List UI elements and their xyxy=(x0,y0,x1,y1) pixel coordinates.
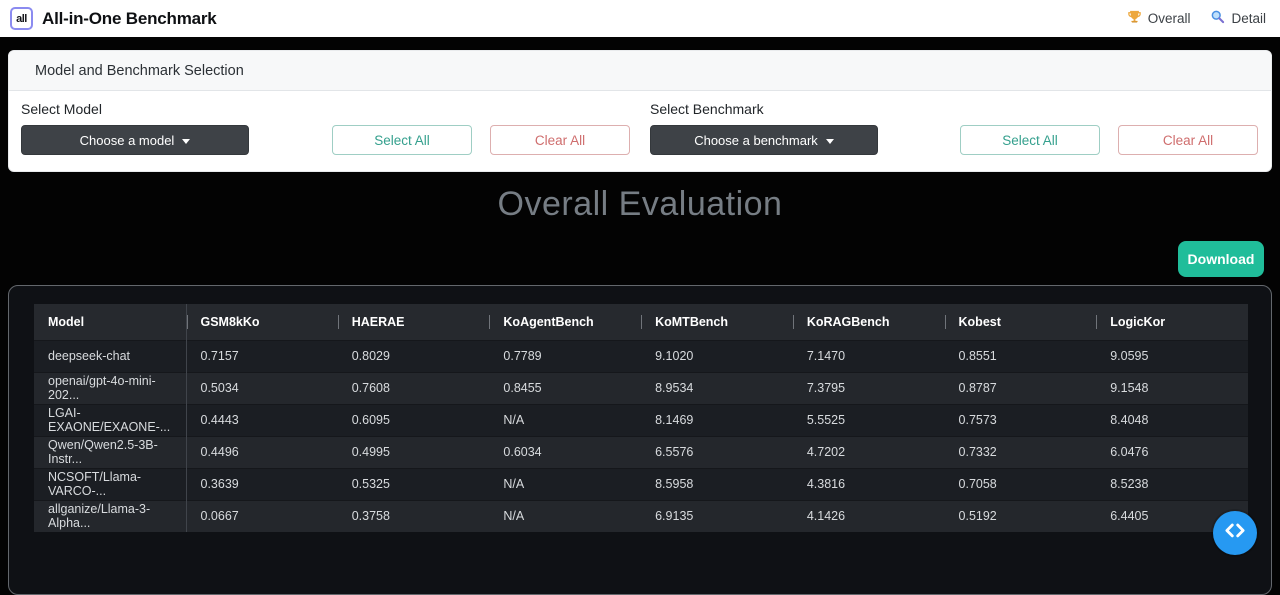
select-benchmark-label: Select Benchmark xyxy=(650,101,1258,117)
selection-panel-body: Select Model Choose a model Select All C… xyxy=(9,91,1271,155)
score-cell: 0.6034 xyxy=(489,436,641,468)
trophy-icon xyxy=(1127,9,1142,29)
horizontal-arrows-icon xyxy=(1222,518,1248,549)
score-cell: 0.8029 xyxy=(338,340,490,372)
app-logo: all xyxy=(10,7,33,30)
score-cell: 0.5034 xyxy=(186,372,338,404)
table-row: allganize/Llama-3-Alpha...0.06670.3758N/… xyxy=(34,500,1248,532)
score-cell: 0.3758 xyxy=(338,500,490,532)
score-cell: 6.5576 xyxy=(641,436,793,468)
table-row: NCSOFT/Llama-VARCO-...0.36390.5325N/A8.5… xyxy=(34,468,1248,500)
chevron-down-icon xyxy=(826,139,834,144)
score-cell: 0.0667 xyxy=(186,500,338,532)
benchmark-selection-column: Select Benchmark Choose a benchmark Sele… xyxy=(640,101,1271,155)
score-cell: 0.7608 xyxy=(338,372,490,404)
nav-overall-label: Overall xyxy=(1148,11,1191,26)
score-cell: 0.8787 xyxy=(945,372,1097,404)
score-cell: 6.9135 xyxy=(641,500,793,532)
table-header-cell: LogicKor xyxy=(1096,304,1248,340)
top-nav: Overall Detail xyxy=(1127,9,1266,29)
model-name-cell: Qwen/Qwen2.5-3B-Instr... xyxy=(34,436,186,468)
score-cell: 7.1470 xyxy=(793,340,945,372)
score-cell: 9.1020 xyxy=(641,340,793,372)
table-row: LGAI-EXAONE/EXAONE-...0.44430.6095N/A8.1… xyxy=(34,404,1248,436)
score-cell: 8.4048 xyxy=(1096,404,1248,436)
model-dropdown[interactable]: Choose a model xyxy=(21,125,249,155)
top-bar: all All-in-One Benchmark Overall Detail xyxy=(0,0,1280,37)
score-cell: 0.7058 xyxy=(945,468,1097,500)
model-selection-column: Select Model Choose a model Select All C… xyxy=(9,101,640,155)
score-cell: 9.0595 xyxy=(1096,340,1248,372)
app-logo-text: all xyxy=(16,13,27,25)
benchmark-clear-all-button[interactable]: Clear All xyxy=(1118,125,1258,155)
score-cell: N/A xyxy=(489,500,641,532)
score-cell: 0.4496 xyxy=(186,436,338,468)
score-cell: 4.3816 xyxy=(793,468,945,500)
score-cell: 0.7332 xyxy=(945,436,1097,468)
table-header-cell: KoMTBench xyxy=(641,304,793,340)
score-cell: N/A xyxy=(489,404,641,436)
model-name-cell: openai/gpt-4o-mini-202... xyxy=(34,372,186,404)
table-row: openai/gpt-4o-mini-202...0.50340.76080.8… xyxy=(34,372,1248,404)
score-cell: 0.6095 xyxy=(338,404,490,436)
score-cell: 7.3795 xyxy=(793,372,945,404)
score-cell: 4.1426 xyxy=(793,500,945,532)
score-cell: 8.5238 xyxy=(1096,468,1248,500)
score-cell: 0.8551 xyxy=(945,340,1097,372)
table-row: Qwen/Qwen2.5-3B-Instr...0.44960.49950.60… xyxy=(34,436,1248,468)
score-cell: 8.1469 xyxy=(641,404,793,436)
score-cell: 8.9534 xyxy=(641,372,793,404)
table-header-cell: KoAgentBench xyxy=(489,304,641,340)
score-cell: 8.5958 xyxy=(641,468,793,500)
table-header-cell: HAERAE xyxy=(338,304,490,340)
select-model-label: Select Model xyxy=(21,101,630,117)
score-cell: 0.4443 xyxy=(186,404,338,436)
model-select-all-button[interactable]: Select All xyxy=(332,125,472,155)
table-header-cell: Model xyxy=(34,304,186,340)
selection-panel: Model and Benchmark Selection Select Mod… xyxy=(8,50,1272,172)
table-header-cell: Kobest xyxy=(945,304,1097,340)
selection-panel-title: Model and Benchmark Selection xyxy=(9,51,1271,91)
score-cell: 0.5192 xyxy=(945,500,1097,532)
model-controls-row: Choose a model Select All Clear All xyxy=(21,125,630,155)
model-clear-all-button[interactable]: Clear All xyxy=(490,125,630,155)
score-cell: 0.5325 xyxy=(338,468,490,500)
expand-arrows-button[interactable] xyxy=(1213,511,1257,555)
benchmark-controls-row: Choose a benchmark Select All Clear All xyxy=(650,125,1258,155)
nav-item-overall[interactable]: Overall xyxy=(1127,9,1191,29)
score-cell: N/A xyxy=(489,468,641,500)
model-dropdown-label: Choose a model xyxy=(80,133,175,148)
score-cell: 6.0476 xyxy=(1096,436,1248,468)
table-row: deepseek-chat0.71570.80290.77899.10207.1… xyxy=(34,340,1248,372)
benchmark-select-all-button[interactable]: Select All xyxy=(960,125,1100,155)
download-button[interactable]: Download xyxy=(1178,241,1264,277)
model-name-cell: LGAI-EXAONE/EXAONE-... xyxy=(34,404,186,436)
model-name-cell: NCSOFT/Llama-VARCO-... xyxy=(34,468,186,500)
app-title: All-in-One Benchmark xyxy=(42,9,217,29)
magnifier-icon xyxy=(1210,9,1225,29)
model-name-cell: deepseek-chat xyxy=(34,340,186,372)
score-cell: 5.5525 xyxy=(793,404,945,436)
nav-item-detail[interactable]: Detail xyxy=(1210,9,1266,29)
score-cell: 0.7789 xyxy=(489,340,641,372)
table-header-cell: KoRAGBench xyxy=(793,304,945,340)
results-table: ModelGSM8kKoHAERAEKoAgentBenchKoMTBenchK… xyxy=(34,304,1248,532)
table-header-row: ModelGSM8kKoHAERAEKoAgentBenchKoMTBenchK… xyxy=(34,304,1248,340)
benchmark-dropdown[interactable]: Choose a benchmark xyxy=(650,125,878,155)
results-table-container: ModelGSM8kKoHAERAEKoAgentBenchKoMTBenchK… xyxy=(8,285,1272,595)
score-cell: 0.8455 xyxy=(489,372,641,404)
nav-detail-label: Detail xyxy=(1231,11,1266,26)
score-cell: 9.1548 xyxy=(1096,372,1248,404)
chevron-down-icon xyxy=(182,139,190,144)
score-cell: 0.4995 xyxy=(338,436,490,468)
score-cell: 4.7202 xyxy=(793,436,945,468)
score-cell: 0.7157 xyxy=(186,340,338,372)
page-title: Overall Evaluation xyxy=(0,185,1280,224)
model-name-cell: allganize/Llama-3-Alpha... xyxy=(34,500,186,532)
score-cell: 0.7573 xyxy=(945,404,1097,436)
score-cell: 0.3639 xyxy=(186,468,338,500)
benchmark-dropdown-label: Choose a benchmark xyxy=(694,133,818,148)
table-header-cell: GSM8kKo xyxy=(186,304,338,340)
